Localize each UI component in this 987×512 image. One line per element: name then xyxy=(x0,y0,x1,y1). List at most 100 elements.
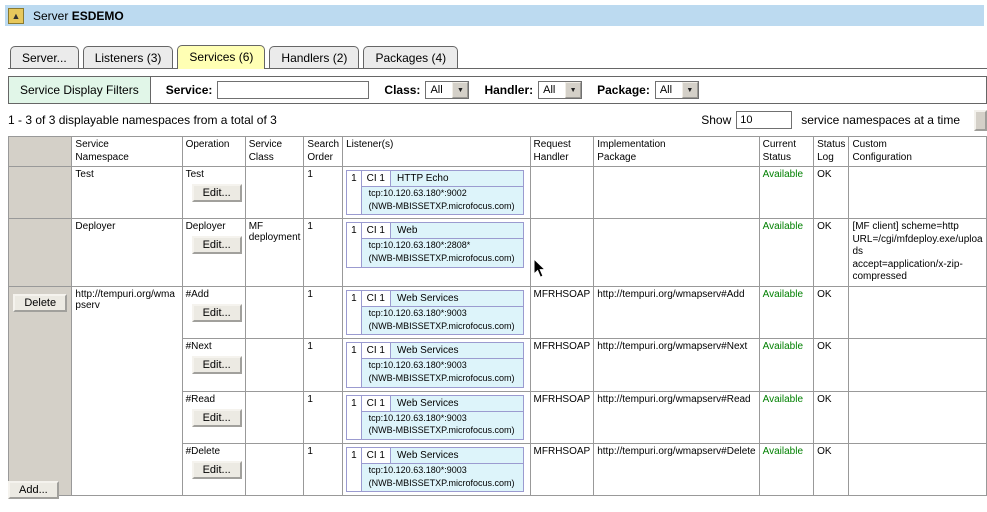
chevron-down-icon[interactable]: ▼ xyxy=(682,82,698,98)
status-log-cell: OK xyxy=(814,391,849,443)
edit-button[interactable]: Edit... xyxy=(192,461,242,479)
status-log-cell: OK xyxy=(814,444,849,496)
listener-conversation: CI 1 xyxy=(362,396,391,411)
listener-box[interactable]: 1 CI 1 HTTP Echo tcp:10.120.63.180*:9002… xyxy=(346,170,524,215)
service-class-cell xyxy=(245,286,304,338)
search-order-cell: 1 xyxy=(304,286,343,338)
listener-name: Web Services xyxy=(391,343,465,358)
listener-address: tcp:10.120.63.180*:9003 xyxy=(362,412,523,425)
col-search-order: Search Order xyxy=(304,137,343,167)
table-header-row: Service Namespace Operation Service Clas… xyxy=(9,137,987,167)
listener-address: tcp:10.120.63.180*:9003 xyxy=(362,307,523,320)
edit-button[interactable]: Edit... xyxy=(192,304,242,322)
class-filter-select[interactable]: All ▼ xyxy=(425,81,469,99)
listener-cell: 1 CI 1 Web Services tcp:10.120.63.180*:9… xyxy=(343,286,530,338)
listener-box[interactable]: 1 CI 1 Web tcp:10.120.63.180*:2808* (NWB… xyxy=(346,222,524,267)
package-filter-label: Package: xyxy=(597,83,650,97)
namespace-count-summary: 1 - 3 of 3 displayable namespaces from a… xyxy=(8,113,277,127)
show-count-input[interactable] xyxy=(736,111,792,129)
col-service-namespace: Service Namespace xyxy=(72,137,182,167)
edit-button[interactable]: Edit... xyxy=(192,184,242,202)
edit-button[interactable]: Edit... xyxy=(192,356,242,374)
listener-conversation: CI 1 xyxy=(362,223,391,238)
operation-cell: Test Edit... xyxy=(182,167,245,219)
listener-box[interactable]: 1 CI 1 Web Services tcp:10.120.63.180*:9… xyxy=(346,290,524,335)
listener-conversation: CI 1 xyxy=(362,171,391,186)
custom-configuration-cell xyxy=(849,391,987,443)
request-handler-cell xyxy=(530,167,594,219)
current-status-cell: Available xyxy=(759,391,813,443)
edit-button[interactable]: Edit... xyxy=(192,236,242,254)
operation-cell: #Delete Edit... xyxy=(182,444,245,496)
col-status-log: Status Log xyxy=(814,137,849,167)
handler-filter-select[interactable]: All ▼ xyxy=(538,81,582,99)
operation-label: Test xyxy=(186,169,242,180)
search-order-cell: 1 xyxy=(304,339,343,391)
add-button[interactable]: Add... xyxy=(8,481,59,499)
current-status-cell: Available xyxy=(759,286,813,338)
current-status-cell: Available xyxy=(759,219,813,287)
service-class-cell xyxy=(245,339,304,391)
search-order-cell: 1 xyxy=(304,444,343,496)
listener-host: (NWB-MBISSETXP.microfocus.com) xyxy=(362,372,523,387)
listener-address: tcp:10.120.63.180*:9003 xyxy=(362,359,523,372)
tab-services[interactable]: Services (6) xyxy=(177,45,265,69)
collapse-triangle-icon[interactable]: ▲ xyxy=(8,8,24,24)
operation-cell: Deployer Edit... xyxy=(182,219,245,287)
table-row: Test Test Edit... 1 1 CI 1 HTTP Echo tcp… xyxy=(9,167,987,219)
class-filter-label: Class: xyxy=(384,83,420,97)
package-filter-select[interactable]: All ▼ xyxy=(655,81,699,99)
tab-listeners[interactable]: Listeners (3) xyxy=(83,46,174,68)
class-filter-value: All xyxy=(426,84,452,96)
listener-index: 1 xyxy=(347,396,362,439)
custom-configuration-cell xyxy=(849,444,987,496)
header-gutter xyxy=(9,137,72,167)
row-gutter xyxy=(9,167,72,219)
tab-handlers[interactable]: Handlers (2) xyxy=(269,46,359,68)
edit-button[interactable]: Edit... xyxy=(192,409,242,427)
namespace-cell: Test xyxy=(72,167,182,219)
listener-box[interactable]: 1 CI 1 Web Services tcp:10.120.63.180*:9… xyxy=(346,395,524,440)
filter-bar-title: Service Display Filters xyxy=(9,77,151,103)
service-class-cell: MF deployment xyxy=(245,219,304,287)
listener-address: tcp:10.120.63.180*:9003 xyxy=(362,464,523,477)
request-handler-cell: MFRHSOAP xyxy=(530,339,594,391)
server-name: ESDEMO xyxy=(72,9,124,23)
service-class-cell xyxy=(245,391,304,443)
chevron-down-icon[interactable]: ▼ xyxy=(565,82,581,98)
operation-label: #Read xyxy=(186,394,242,405)
col-request-handler: Request Handler xyxy=(530,137,594,167)
tab-server[interactable]: Server... xyxy=(10,46,79,68)
listener-address: tcp:10.120.63.180*:9002 xyxy=(362,187,523,200)
page-title: Server ESDEMO xyxy=(33,9,124,23)
chevron-down-icon[interactable]: ▼ xyxy=(452,82,468,98)
listener-name: Web Services xyxy=(391,448,465,463)
tab-packages[interactable]: Packages (4) xyxy=(363,46,458,68)
namespace-cell: http://tempuri.org/wmapserv xyxy=(72,286,182,496)
service-class-cell xyxy=(245,167,304,219)
listener-box[interactable]: 1 CI 1 Web Services tcp:10.120.63.180*:9… xyxy=(346,342,524,387)
row-gutter: Delete xyxy=(9,286,72,496)
listener-index: 1 xyxy=(347,223,362,266)
listener-cell: 1 CI 1 Web Services tcp:10.120.63.180*:9… xyxy=(343,339,530,391)
listener-index: 1 xyxy=(347,291,362,334)
operation-label: #Next xyxy=(186,341,242,352)
package-filter-value: All xyxy=(656,84,682,96)
delete-button[interactable]: Delete xyxy=(13,294,67,312)
listener-name: HTTP Echo xyxy=(391,171,455,186)
tab-bar: Server... Listeners (3) Services (6) Han… xyxy=(8,44,987,69)
row-gutter xyxy=(9,219,72,287)
service-filter-input[interactable] xyxy=(217,81,369,99)
col-current-status: Current Status xyxy=(759,137,813,167)
implementation-package-cell: http://tempuri.org/wmapserv#Add xyxy=(594,286,759,338)
listener-box[interactable]: 1 CI 1 Web Services tcp:10.120.63.180*:9… xyxy=(346,447,524,492)
custom-configuration-cell xyxy=(849,167,987,219)
handler-filter-label: Handler: xyxy=(484,83,533,97)
col-operation: Operation xyxy=(182,137,245,167)
filter-bar: Service Display Filters Service: Class: … xyxy=(8,76,987,104)
current-status-cell: Available xyxy=(759,167,813,219)
apply-show-button[interactable] xyxy=(974,110,987,131)
listener-cell: 1 CI 1 HTTP Echo tcp:10.120.63.180*:9002… xyxy=(343,167,530,219)
show-label: Show xyxy=(701,113,731,127)
listener-host: (NWB-MBISSETXP.microfocus.com) xyxy=(362,252,523,267)
